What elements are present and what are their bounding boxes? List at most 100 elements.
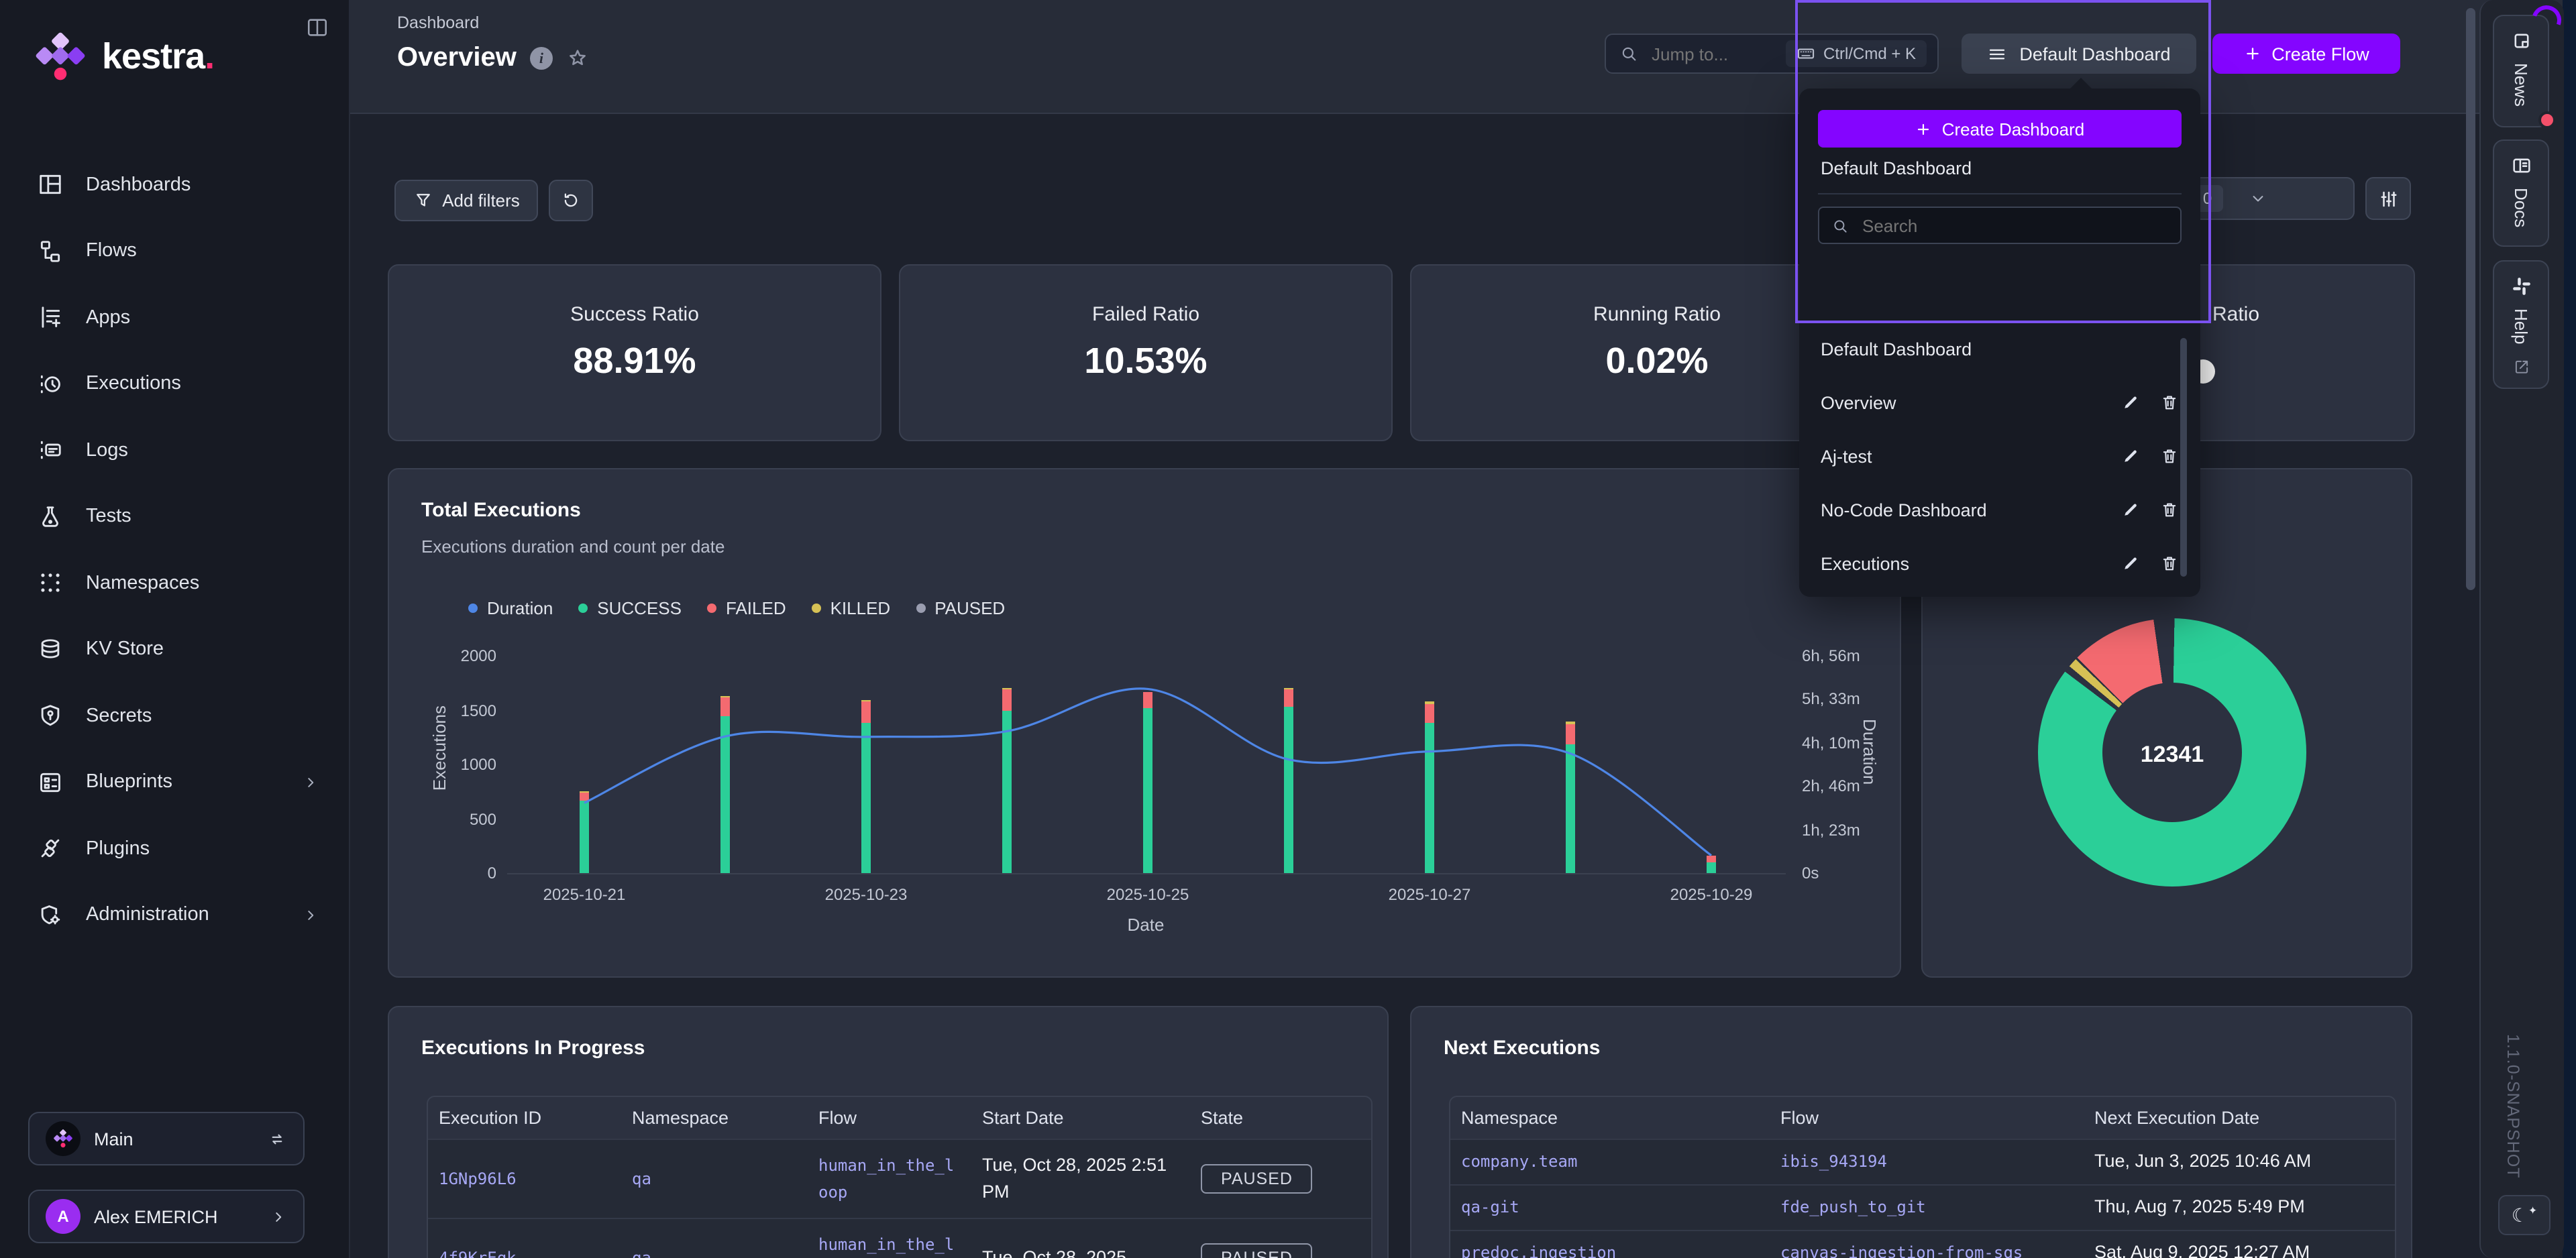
sliders-icon — [2378, 188, 2398, 209]
legend-item[interactable]: PAUSED — [916, 598, 1005, 618]
sidebar-item-logs[interactable]: Logs — [0, 417, 349, 483]
table-link[interactable]: predoc.ingestion — [1461, 1240, 1616, 1258]
delete-icon[interactable] — [2160, 393, 2179, 412]
column-header: State — [1190, 1108, 1371, 1128]
table-link[interactable]: ibis_943194 — [1780, 1149, 1887, 1176]
table-link[interactable]: 4f9KrEqk — [439, 1245, 517, 1258]
sidebar-item-label: Namespaces — [86, 573, 199, 594]
dashboard-list-item[interactable]: Overview — [1799, 376, 2200, 429]
column-header: Next Execution Date — [2084, 1108, 2392, 1128]
info-icon[interactable]: i — [530, 47, 553, 70]
table-row: 4f9KrEqkqahuman_in_the_loopTue, Oct 28, … — [428, 1218, 1371, 1258]
legend-item[interactable]: FAILED — [707, 598, 786, 618]
sidebar-item-executions[interactable]: Executions — [0, 351, 349, 417]
y-tick-right: 2h, 46m — [1802, 777, 1860, 795]
kestra-logo-icon — [32, 32, 89, 82]
legend-item[interactable]: Duration — [468, 598, 553, 618]
dashboard-settings-button[interactable] — [2365, 177, 2411, 220]
blueprints-icon — [38, 770, 63, 795]
edit-icon[interactable] — [2121, 500, 2140, 519]
star-icon[interactable] — [566, 47, 589, 70]
dashboard-list-item[interactable]: No-Code Dashboard — [1799, 483, 2200, 536]
legend-item[interactable]: SUCCESS — [578, 598, 682, 618]
table-link[interactable]: qa — [632, 1245, 651, 1258]
dashboard-selector-button[interactable]: Default Dashboard — [1962, 34, 2196, 74]
edit-icon[interactable] — [2121, 393, 2140, 412]
tenant-switcher[interactable]: Main — [28, 1112, 305, 1165]
page-scrollbar[interactable] — [2466, 8, 2475, 590]
global-search[interactable]: Ctrl/Cmd + K — [1605, 34, 1939, 74]
next-executions-panel: Next Executions NamespaceFlowNext Execut… — [1410, 1006, 2412, 1258]
edit-icon[interactable] — [2121, 554, 2140, 573]
executions-in-progress-table: Execution IDNamespaceFlowStart DateState… — [427, 1096, 1373, 1258]
x-axis-line — [507, 873, 1786, 874]
sidebar-item-plugins[interactable]: Plugins — [0, 815, 349, 882]
rail-tab-docs[interactable]: Docs — [2493, 139, 2549, 247]
version-label: 1.1.0-SNAPSHOT — [2504, 1034, 2522, 1178]
delete-icon[interactable] — [2160, 500, 2179, 519]
plus-icon — [1915, 120, 1933, 137]
sidebar-collapse-icon[interactable] — [306, 16, 329, 39]
table-link[interactable]: human_in_the_loop — [818, 1231, 961, 1258]
dashboard-search[interactable] — [1818, 207, 2182, 244]
sidebar-item-secrets[interactable]: Secrets — [0, 683, 349, 749]
rail-tab-help[interactable]: Help — [2493, 260, 2549, 389]
tenant-logo-icon — [46, 1121, 80, 1156]
sidebar-item-namespaces[interactable]: Namespaces — [0, 550, 349, 616]
docs-icon — [2510, 154, 2532, 177]
refresh-button[interactable] — [549, 180, 593, 221]
sidebar-item-label: Executions — [86, 374, 181, 395]
administration-icon — [38, 903, 63, 928]
duration-line — [584, 689, 1711, 856]
card-value: 88.91% — [389, 341, 880, 382]
sidebar-item-flows[interactable]: Flows — [0, 218, 349, 284]
dropdown-scrollbar[interactable] — [2180, 338, 2187, 577]
delete-icon[interactable] — [2160, 554, 2179, 573]
legend-item[interactable]: KILLED — [812, 598, 891, 618]
legend-label: PAUSED — [934, 598, 1005, 618]
chart-plot[interactable] — [507, 656, 1786, 873]
dashboard-item-label: Executions — [1821, 553, 1909, 573]
sidebar-item-blueprints[interactable]: Blueprints — [0, 749, 349, 815]
dashboard-list-item[interactable]: Executions — [1799, 536, 2200, 590]
table-link[interactable]: qa-git — [1461, 1194, 1519, 1222]
search-input[interactable] — [1649, 42, 1775, 65]
table-link[interactable]: canvas-ingestion-from-sqs — [1780, 1240, 2023, 1258]
dashboard-list-item[interactable]: Default Dashboard — [1799, 322, 2200, 376]
user-menu[interactable]: A Alex EMERICH — [28, 1190, 305, 1243]
x-tick: 2025-10-25 — [1107, 885, 1189, 904]
add-filters-button[interactable]: Add filters — [394, 180, 538, 221]
plus-icon — [2243, 44, 2262, 63]
chevron-down-icon — [2249, 189, 2268, 208]
edit-icon[interactable] — [2121, 447, 2140, 465]
table-link[interactable]: 1GNp96L6 — [439, 1165, 517, 1193]
create-dashboard-button[interactable]: Create Dashboard — [1818, 110, 2182, 148]
legend-label: SUCCESS — [597, 598, 682, 618]
sidebar-item-dashboards[interactable]: Dashboards — [0, 152, 349, 218]
state-badge: PAUSED — [1201, 1243, 1313, 1258]
create-flow-button[interactable]: Create Flow — [2212, 34, 2400, 74]
sidebar-item-tests[interactable]: Tests — [0, 483, 349, 550]
table-cell-text: Sat, Aug 9, 2025 12:27 AM — [2094, 1240, 2310, 1258]
sidebar-item-administration[interactable]: Administration — [0, 882, 349, 948]
dashboard-selector-dropdown: Create Dashboard Default Dashboard Defau… — [1799, 89, 2200, 597]
table-link[interactable]: fde_push_to_git — [1780, 1194, 1926, 1222]
table-link[interactable]: qa — [632, 1165, 651, 1193]
column-header: Flow — [808, 1108, 971, 1128]
sidebar-item-apps[interactable]: Apps — [0, 284, 349, 351]
breadcrumb[interactable]: Dashboard — [397, 13, 479, 32]
table-link[interactable]: human_in_the_loop — [818, 1151, 961, 1206]
y-tick-right: 0s — [1802, 864, 1819, 882]
keyboard-icon — [1796, 44, 1815, 63]
moon-icon: ☾✦ — [2512, 1204, 2538, 1226]
theme-toggle-button[interactable]: ☾✦ — [2498, 1195, 2551, 1235]
donut-chart[interactable]: 12341 — [2038, 618, 2306, 887]
dashboard-list-item[interactable]: Aj-test — [1799, 429, 2200, 483]
external-link-icon — [2512, 358, 2530, 376]
table-link[interactable]: company.team — [1461, 1149, 1577, 1176]
sidebar-item-kv-store[interactable]: KV Store — [0, 616, 349, 683]
delete-icon[interactable] — [2160, 447, 2179, 465]
state-badge: PAUSED — [1201, 1164, 1313, 1194]
kestra-logo: kestra. — [32, 32, 214, 82]
dashboard-search-input[interactable] — [1860, 214, 2133, 237]
